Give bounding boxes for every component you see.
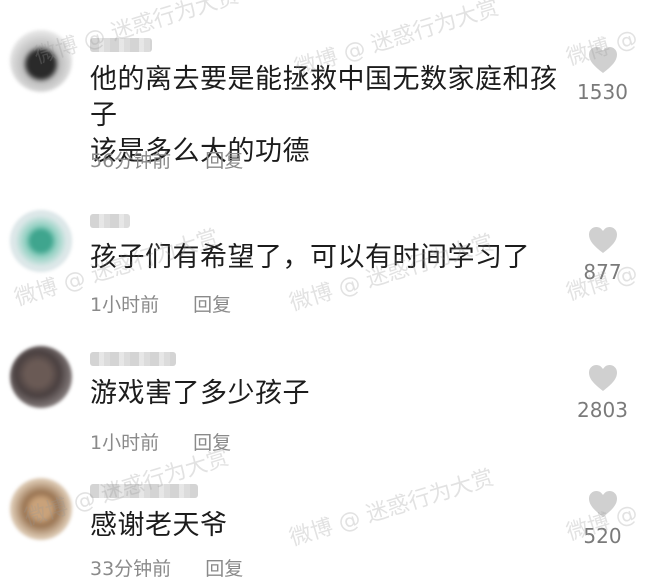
comment-time: 33分钟前 [90,558,172,580]
comment-time: 56分钟前 [90,150,172,172]
comment-text-line: 感谢老天爷 [90,510,228,541]
username-blurred[interactable] [90,214,130,228]
like-count: 520 [583,524,622,548]
like-button[interactable]: 1530 [560,46,645,104]
reply-button[interactable]: 回复 [205,558,243,580]
like-count: 2803 [577,398,628,422]
heart-icon [588,491,617,517]
avatar[interactable] [10,210,72,272]
comment-text-line: 孩子们有希望了，可以有时间学习了 [90,242,530,273]
reply-button[interactable]: 回复 [205,150,243,172]
username-blurred[interactable] [90,484,198,498]
comment-meta: 56分钟前 回复 [90,146,243,173]
reply-button[interactable]: 回复 [193,294,231,316]
like-count: 877 [583,260,622,284]
comment-text: 游戏害了多少孩子 [90,376,560,412]
reply-button[interactable]: 回复 [193,432,231,454]
comment-meta: 1小时前 回复 [90,290,231,317]
like-button[interactable]: 2803 [560,364,645,422]
like-button[interactable]: 877 [560,226,645,284]
heart-icon [588,47,617,73]
username-blurred[interactable] [90,352,176,366]
like-button[interactable]: 520 [560,490,645,548]
comment-time: 1小时前 [90,294,160,316]
like-count: 1530 [577,80,628,104]
heart-icon [588,227,617,253]
comment-text-line: 游戏害了多少孩子 [90,378,310,409]
comment-meta: 1小时前 回复 [90,428,231,455]
comment-text-line: 他的离去要是能拯救中国无数家庭和孩子 [90,64,558,131]
avatar[interactable] [10,478,72,540]
comment-text: 孩子们有希望了，可以有时间学习了 [90,240,560,276]
username-blurred[interactable] [90,38,152,52]
comment-meta: 33分钟前 回复 [90,554,243,581]
heart-icon [588,365,617,391]
comment-text: 感谢老天爷 [90,508,560,544]
avatar[interactable] [10,30,72,92]
avatar[interactable] [10,346,72,408]
comment-time: 1小时前 [90,432,160,454]
comment-list-page: 他的离去要是能拯救中国无数家庭和孩子 该是多么大的功德 56分钟前 回复 153… [0,0,659,583]
